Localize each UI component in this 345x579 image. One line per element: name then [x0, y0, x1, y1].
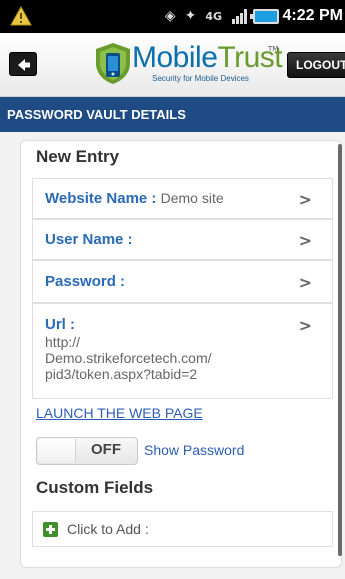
toggle-thumb[interactable]	[38, 439, 76, 463]
logo-text-mobile: Mobile	[132, 41, 218, 74]
battery-icon	[250, 9, 279, 24]
chevron-right-icon: >	[298, 231, 312, 250]
url-label: Url :	[45, 316, 75, 333]
cell-signal-icon	[232, 9, 247, 24]
app-header: MobileTrust TM Security for Mobile Devic…	[0, 33, 345, 97]
user-name-label: User Name :	[45, 231, 133, 248]
page-title: PASSWORD VAULT DETAILS	[0, 97, 345, 132]
launch-web-page-link[interactable]: LAUNCH THE WEB PAGE	[36, 405, 203, 421]
mobiletrust-logo: MobileTrust TM Security for Mobile Devic…	[92, 41, 283, 89]
add-custom-field-row[interactable]: Click to Add :	[32, 511, 333, 547]
website-name-row[interactable]: Website Name : Demo site >	[32, 178, 333, 219]
bluetooth-icon: ✦	[184, 8, 197, 24]
logout-button[interactable]: LOGOUT	[287, 52, 345, 78]
network-type-label: 4G	[205, 9, 222, 23]
status-bar: ◈ ✦ 4G 4:22 PM	[0, 0, 345, 33]
chevron-right-icon: >	[298, 190, 312, 209]
show-password-toggle[interactable]: OFF	[36, 437, 138, 465]
click-to-add-label: Click to Add :	[67, 521, 149, 537]
status-time: 4:22 PM	[282, 7, 343, 24]
password-label: Password :	[45, 273, 126, 290]
status-icons: ◈ ✦ 4G	[165, 6, 249, 26]
logo-tagline: Security for Mobile Devices	[152, 74, 249, 83]
logo-wordmark: MobileTrust	[132, 41, 283, 75]
user-name-row[interactable]: User Name : >	[32, 219, 333, 260]
url-value: http:// Demo.strikeforcetech.com/ pid3/t…	[45, 334, 212, 382]
website-name-label: Website Name : Demo site	[45, 190, 224, 207]
toggle-state-label: OFF	[91, 441, 121, 458]
password-row[interactable]: Password : >	[32, 260, 333, 303]
website-name-value: Demo site	[160, 190, 224, 206]
new-entry-title: New Entry	[36, 147, 120, 166]
back-button[interactable]	[9, 52, 37, 76]
scrollbar[interactable]	[338, 144, 342, 556]
warning-triangle-icon	[10, 6, 32, 26]
chevron-right-icon: >	[298, 316, 312, 335]
plus-icon	[43, 522, 58, 537]
show-password-label[interactable]: Show Password	[144, 442, 244, 458]
logo-mark-icon	[96, 43, 130, 84]
url-row[interactable]: Url : http:// Demo.strikeforcetech.com/ …	[32, 303, 333, 399]
chevron-right-icon: >	[298, 273, 312, 292]
signal-sound-icon: ◈	[164, 8, 176, 24]
back-arrow-icon	[18, 59, 30, 71]
logo-trademark: TM	[268, 45, 279, 53]
custom-fields-title: Custom Fields	[36, 478, 154, 497]
